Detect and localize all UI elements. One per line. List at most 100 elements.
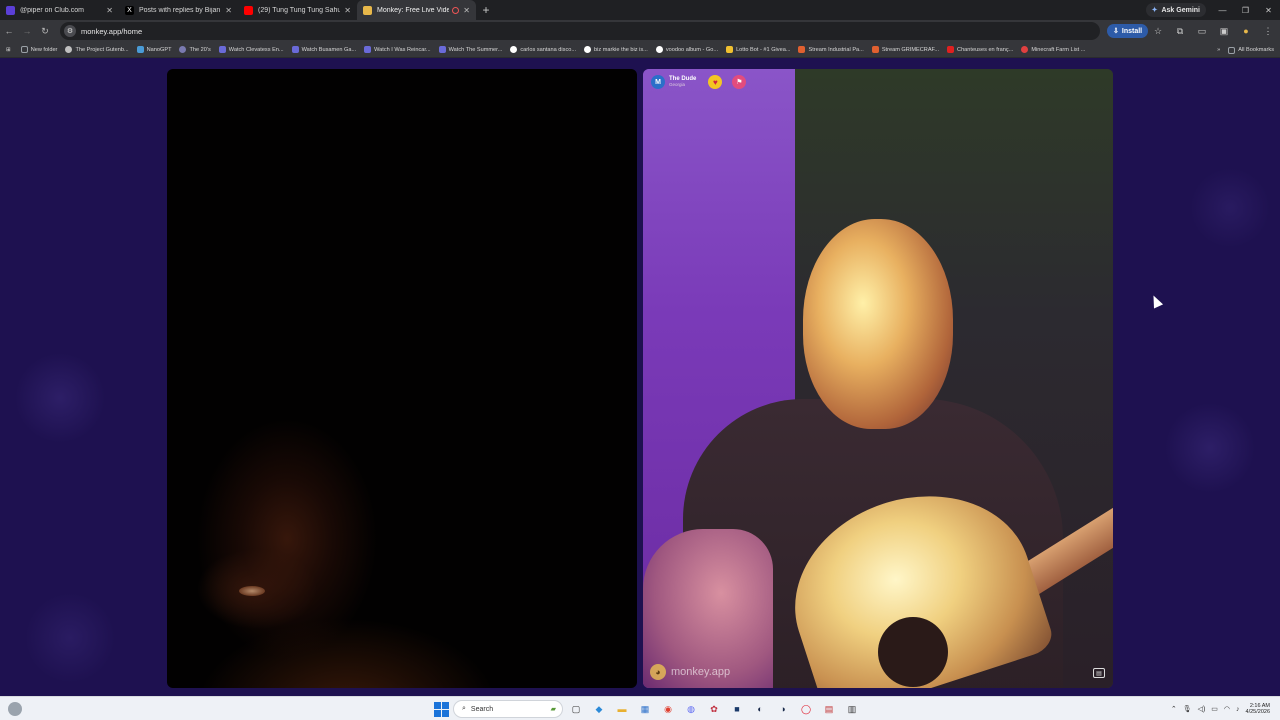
bookmark-item[interactable]: Watch Clevatess En... — [218, 46, 284, 53]
bookmark-item[interactable]: New folder — [20, 46, 57, 53]
copilot-icon[interactable]: ◆ — [589, 699, 609, 719]
folder-icon — [1228, 46, 1236, 54]
opera-icon[interactable]: ◯ — [796, 699, 816, 719]
steam-icon[interactable]: ◐ — [750, 699, 770, 719]
bookmark-item[interactable]: Watch Busamen Ga... — [291, 46, 357, 53]
forward-icon[interactable]: → — [18, 22, 36, 40]
volume-icon[interactable]: ◁) — [1198, 705, 1206, 713]
tab-x-posts[interactable]: X Posts with replies by Bijan Tehr... ✕ — [119, 0, 238, 20]
bookmark-label: Watch Clevatess En... — [228, 46, 284, 53]
profile-icon[interactable]: ● — [1235, 22, 1257, 40]
bookmark-label: The 20's — [189, 46, 211, 53]
app-icon[interactable]: ✿ — [704, 699, 724, 719]
bookmark-item[interactable]: voodoo album - Go... — [655, 46, 718, 53]
search-icon: ⌕ — [462, 705, 466, 712]
restore-icon[interactable]: ❐ — [1234, 0, 1257, 20]
search-label: Search — [470, 705, 494, 713]
site-info-icon[interactable]: ⚙ — [64, 25, 76, 37]
tab-club[interactable]: @piper on Club.com ✕ — [0, 0, 119, 20]
sidebar-icon[interactable]: ▭ — [1191, 22, 1213, 40]
taskbar-search[interactable]: ⌕ Search ▰ — [453, 700, 563, 718]
menu-icon[interactable]: ⋮ — [1257, 22, 1279, 40]
app-icon[interactable]: ■ — [727, 699, 747, 719]
windows-start-icon[interactable] — [432, 700, 450, 718]
bookmark-item[interactable]: biz markie the biz is... — [584, 46, 648, 53]
nanogpt-icon — [136, 46, 144, 53]
chat-icon[interactable]: ▤ — [1093, 668, 1105, 678]
partner-video-face — [803, 219, 953, 429]
partner-video-guitar-hole — [878, 617, 948, 687]
close-tab-icon[interactable]: ✕ — [106, 6, 113, 15]
close-window-icon[interactable]: ✕ — [1257, 0, 1280, 20]
bookmark-item[interactable]: Stream Industrial Pa... — [798, 46, 864, 53]
microphone-icon[interactable]: 🎙︎ — [1183, 705, 1192, 713]
bookmark-item[interactable]: Watch I Was Reincar... — [364, 46, 431, 53]
close-tab-icon[interactable]: ✕ — [344, 6, 351, 15]
bookmark-item[interactable]: NanoGPT — [136, 46, 172, 53]
bookmark-item[interactable]: The Project Gutenb... — [65, 46, 129, 53]
anime-site-icon — [364, 46, 372, 53]
minimize-icon[interactable]: — — [1211, 0, 1234, 20]
globe-icon — [65, 46, 73, 53]
ask-gemini-button[interactable]: ✦ Ask Gemini — [1145, 3, 1206, 17]
apps-icon[interactable]: ⊞ — [6, 47, 11, 53]
install-icon: ⇩ — [1113, 28, 1119, 35]
bookmark-item[interactable]: Lotto Bot - #1 Givea... — [726, 46, 790, 53]
monkey-logo-icon: ◕ — [650, 664, 666, 680]
discord-icon[interactable]: ◍ — [681, 699, 701, 719]
tab-youtube[interactable]: (29) Tung Tung Tung Sahur - P... ✕ — [238, 0, 357, 20]
speaker-icon[interactable]: ♪ — [1236, 706, 1240, 713]
bookmark-star-icon[interactable]: ☆ — [1147, 22, 1169, 40]
chevron-up-icon[interactable]: ⌃ — [1171, 705, 1177, 713]
address-bar[interactable]: ⚙ monkey.app/home — [60, 22, 1100, 40]
back-icon[interactable]: ← — [0, 22, 18, 40]
self-video-feed — [167, 69, 637, 688]
all-bookmarks-button[interactable]: All Bookmarks — [1228, 46, 1274, 54]
heart-icon[interactable]: ♥ — [708, 75, 723, 89]
bookmarks-bar: ⊞ New folder The Project Gutenb... NanoG… — [0, 42, 1280, 58]
partner-video: M The Dude Georgia ♥ ⚑ ◕ monkey.app ▤ — [643, 69, 1113, 688]
mouse-cursor-icon — [1148, 293, 1164, 309]
bookmark-label: NanoGPT — [146, 46, 172, 53]
extensions-icon[interactable]: ⧉ — [1169, 22, 1191, 40]
task-view-icon[interactable]: ▢ — [566, 699, 586, 719]
google-icon — [584, 46, 592, 53]
widgets-icon[interactable] — [8, 702, 22, 716]
bookmarks-overflow: » All Bookmarks — [1217, 42, 1274, 58]
close-tab-icon[interactable]: ✕ — [463, 6, 470, 15]
reload-icon[interactable]: ↻ — [36, 22, 54, 40]
tab-strip: @piper on Club.com ✕ X Posts with replie… — [0, 0, 1280, 20]
install-app-button[interactable]: ⇩ Install — [1107, 24, 1149, 38]
network-icon[interactable]: ◠ — [1224, 705, 1230, 713]
app-icon[interactable]: ▥ — [842, 699, 862, 719]
store-icon[interactable]: ▦ — [635, 699, 655, 719]
report-icon[interactable]: ⚑ — [732, 75, 747, 89]
app-icon[interactable]: ▤ — [819, 699, 839, 719]
partner-info[interactable]: M The Dude Georgia ♥ ⚑ — [651, 74, 747, 90]
file-explorer-icon[interactable]: ▬ — [612, 699, 632, 719]
bookmark-item[interactable]: carlos santana disco... — [510, 46, 576, 53]
bookmark-item[interactable]: The 20's — [179, 46, 211, 53]
chrome-icon[interactable]: ◉ — [658, 699, 678, 719]
recording-icon — [452, 6, 460, 14]
bookmark-item[interactable]: Watch The Summer... — [438, 46, 502, 53]
windows-taskbar: ⌕ Search ▰ ▢ ◆ ▬ ▦ ◉ ◍ ✿ ■ ◐ ◑ ◯ ▤ ▥ ⌃ 🎙… — [0, 696, 1280, 720]
date: 4/25/2026 — [1245, 709, 1270, 715]
clock[interactable]: 2:16 AM 4/25/2026 — [1246, 703, 1270, 716]
tab-monkey[interactable]: Monkey: Free Live Video Ch... ✕ — [357, 0, 476, 20]
cast-icon[interactable]: ▣ — [1213, 22, 1235, 40]
chevron-right-icon[interactable]: » — [1217, 47, 1220, 53]
bookmark-item[interactable]: Stream GRIMECRAF... — [871, 46, 939, 53]
steam-icon[interactable]: ◑ — [773, 699, 793, 719]
monitor-icon[interactable]: ▭ — [1211, 705, 1218, 713]
bookmark-label: Watch Busamen Ga... — [301, 46, 357, 53]
tab-title: Posts with replies by Bijan Tehr... — [139, 6, 221, 14]
system-tray: ⌃ 🎙︎ ◁) ▭ ◠ ♪ 2:16 AM 4/25/2026 — [1171, 699, 1270, 719]
bookmark-item[interactable]: Minecraft Farm List ... — [1021, 46, 1085, 53]
bookmark-item[interactable]: Chanteuses en franç... — [947, 46, 1013, 53]
bookmark-label: carlos santana disco... — [520, 46, 577, 53]
new-tab-button[interactable]: + — [476, 0, 496, 20]
all-bookmarks-label: All Bookmarks — [1238, 47, 1274, 53]
close-tab-icon[interactable]: ✕ — [225, 6, 232, 15]
window-controls: — ❐ ✕ — [1211, 0, 1280, 20]
